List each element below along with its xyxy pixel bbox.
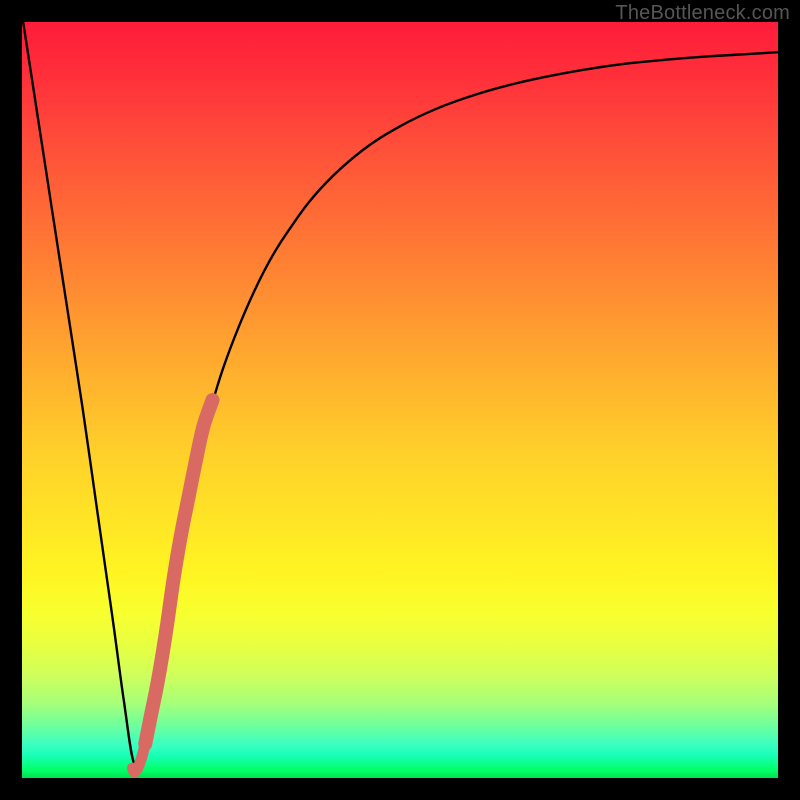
highlight-segment — [145, 400, 212, 744]
bottleneck-curve — [22, 22, 778, 767]
attribution-text: TheBottleneck.com — [615, 2, 790, 25]
curve-layer — [22, 22, 778, 778]
plot-area — [22, 22, 778, 778]
stage: TheBottleneck.com — [0, 0, 800, 800]
highlight-hook — [132, 744, 145, 772]
